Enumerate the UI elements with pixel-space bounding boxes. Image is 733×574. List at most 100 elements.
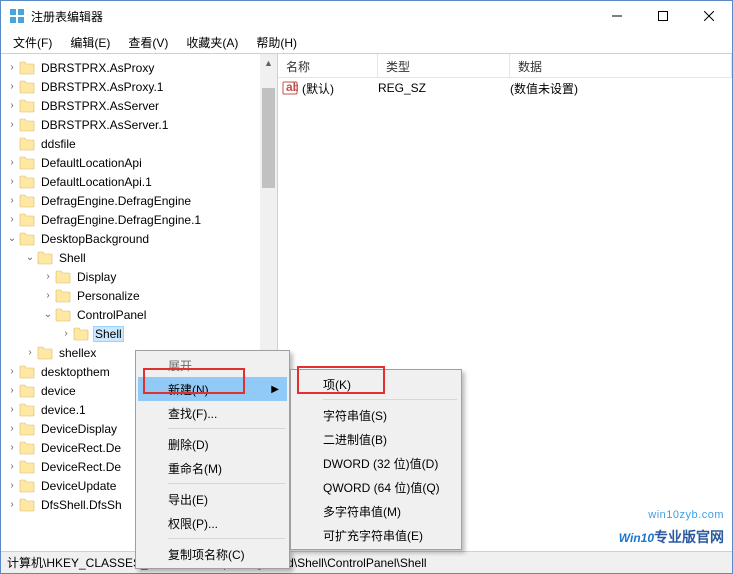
- col-name[interactable]: 名称: [278, 54, 378, 77]
- menu-favorites[interactable]: 收藏夹(A): [178, 32, 246, 53]
- tree-item-label: DfsShell.DfsSh: [39, 497, 124, 513]
- folder-icon: [19, 479, 35, 493]
- folder-icon: [19, 403, 35, 417]
- expand-icon[interactable]: ›: [5, 385, 19, 396]
- col-data[interactable]: 数据: [510, 54, 732, 77]
- expand-icon[interactable]: ›: [5, 176, 19, 187]
- folder-icon: [73, 327, 89, 341]
- ctx-rename[interactable]: 重命名(M): [138, 456, 287, 480]
- expand-icon[interactable]: ›: [59, 328, 73, 339]
- expand-icon[interactable]: ›: [41, 271, 55, 282]
- tree-item[interactable]: › DefragEngine.DefragEngine: [1, 191, 277, 210]
- tree-item-label: DBRSTPRX.AsProxy.1: [39, 79, 165, 95]
- ctx-export[interactable]: 导出(E): [138, 487, 287, 511]
- expand-icon[interactable]: ›: [5, 157, 19, 168]
- folder-icon: [19, 175, 35, 189]
- ctx-copy-key-name[interactable]: 复制项名称(C): [138, 542, 287, 566]
- expand-icon[interactable]: ›: [23, 347, 37, 358]
- tree-item[interactable]: ⌄DesktopBackground: [1, 229, 277, 248]
- ctx-separator: [168, 483, 285, 484]
- tree-item[interactable]: ›DefragEngine.DefragEngine.1: [1, 210, 277, 229]
- maximize-button[interactable]: [640, 1, 686, 31]
- expand-icon[interactable]: ›: [5, 423, 19, 434]
- folder-icon: [19, 213, 35, 227]
- expand-icon[interactable]: ›: [5, 499, 19, 510]
- tree-item-label: device.1: [39, 402, 88, 418]
- collapse-icon[interactable]: ⌄: [5, 233, 19, 244]
- tree-item[interactable]: ⌄ Shell: [1, 248, 277, 267]
- expand-icon[interactable]: ›: [5, 119, 19, 130]
- ctx-new-expandstring[interactable]: 可扩充字符串值(E): [293, 523, 459, 547]
- tree-item-label: Personalize: [75, 288, 142, 304]
- tree-item-label: device: [39, 383, 78, 399]
- tree-item-label: Display: [75, 269, 118, 285]
- tree-item-label: DeviceDisplay: [39, 421, 119, 437]
- tree-item-label: DefragEngine.DefragEngine: [39, 193, 193, 209]
- value-data: (数值未设置): [510, 80, 578, 97]
- ctx-find[interactable]: 查找(F)...: [138, 401, 287, 425]
- submenu-arrow-icon: ▶: [271, 384, 279, 395]
- tree-item[interactable]: ›DBRSTPRX.AsProxy: [1, 58, 277, 77]
- tree-item[interactable]: › DBRSTPRX.AsProxy.1: [1, 77, 277, 96]
- expand-icon[interactable]: ›: [5, 62, 19, 73]
- ctx-new-binary[interactable]: 二进制值(B): [293, 427, 459, 451]
- string-value-icon: ab: [282, 80, 298, 96]
- menu-view[interactable]: 查看(V): [120, 32, 176, 53]
- expand-icon[interactable]: ›: [5, 366, 19, 377]
- menu-bar: 文件(F) 编辑(E) 查看(V) 收藏夹(A) 帮助(H): [1, 31, 732, 53]
- minimize-button[interactable]: [594, 1, 640, 31]
- app-icon: [9, 8, 25, 24]
- tree-item[interactable]: › Personalize: [1, 286, 277, 305]
- tree-item[interactable]: ›DBRSTPRX.AsServer.1: [1, 115, 277, 134]
- folder-icon: [37, 346, 53, 360]
- tree-item-label: DeviceRect.De: [39, 440, 123, 456]
- folder-icon: [19, 194, 35, 208]
- expand-icon[interactable]: ›: [5, 461, 19, 472]
- close-button[interactable]: [686, 1, 732, 31]
- tree-item[interactable]: ›Shell: [1, 324, 277, 343]
- expand-icon[interactable]: ›: [5, 81, 19, 92]
- menu-edit[interactable]: 编辑(E): [62, 32, 118, 53]
- scroll-up-icon[interactable]: ▲: [260, 54, 277, 71]
- list-header[interactable]: 名称 类型 数据: [278, 54, 732, 78]
- list-row[interactable]: ab (默认) REG_SZ (数值未设置): [278, 78, 732, 98]
- col-type[interactable]: 类型: [378, 54, 510, 77]
- folder-icon: [19, 99, 35, 113]
- scroll-thumb[interactable]: [262, 88, 275, 188]
- folder-icon: [37, 251, 53, 265]
- expand-icon[interactable]: ›: [41, 290, 55, 301]
- expand-icon[interactable]: ›: [5, 480, 19, 491]
- ctx-new-dword[interactable]: DWORD (32 位)值(D): [293, 451, 459, 475]
- ctx-new[interactable]: 新建(N)▶: [138, 377, 287, 401]
- ctx-new-multistring[interactable]: 多字符串值(M): [293, 499, 459, 523]
- ctx-new-key[interactable]: 项(K): [293, 372, 459, 396]
- folder-icon: [19, 61, 35, 75]
- menu-help[interactable]: 帮助(H): [248, 32, 305, 53]
- expand-icon[interactable]: ›: [5, 100, 19, 111]
- tree-item-label: Shell: [57, 250, 88, 266]
- collapse-icon[interactable]: ⌄: [23, 252, 37, 263]
- tree-item-label: DeviceUpdate: [39, 478, 118, 494]
- tree-item-label: DeviceRect.De: [39, 459, 123, 475]
- tree-item[interactable]: ›DefaultLocationApi.1: [1, 172, 277, 191]
- value-type: REG_SZ: [378, 81, 510, 95]
- tree-item-label: shellex: [57, 345, 98, 361]
- tree-item[interactable]: ddsfile: [1, 134, 277, 153]
- expand-icon[interactable]: ›: [5, 442, 19, 453]
- ctx-new-string[interactable]: 字符串值(S): [293, 403, 459, 427]
- tree-item[interactable]: ›DefaultLocationApi: [1, 153, 277, 172]
- collapse-icon[interactable]: ⌄: [41, 309, 55, 320]
- ctx-expand[interactable]: 展开: [138, 353, 287, 377]
- expand-icon[interactable]: ›: [5, 195, 19, 206]
- ctx-new-qword[interactable]: QWORD (64 位)值(Q): [293, 475, 459, 499]
- ctx-delete[interactable]: 删除(D): [138, 432, 287, 456]
- expand-icon[interactable]: ›: [5, 404, 19, 415]
- tree-item[interactable]: ⌄ ControlPanel: [1, 305, 277, 324]
- folder-icon: [19, 384, 35, 398]
- menu-file[interactable]: 文件(F): [5, 32, 60, 53]
- tree-item[interactable]: ›DBRSTPRX.AsServer: [1, 96, 277, 115]
- ctx-permissions[interactable]: 权限(P)...: [138, 511, 287, 535]
- tree-item[interactable]: › Display: [1, 267, 277, 286]
- tree-item-label: ControlPanel: [75, 307, 148, 323]
- expand-icon[interactable]: ›: [5, 214, 19, 225]
